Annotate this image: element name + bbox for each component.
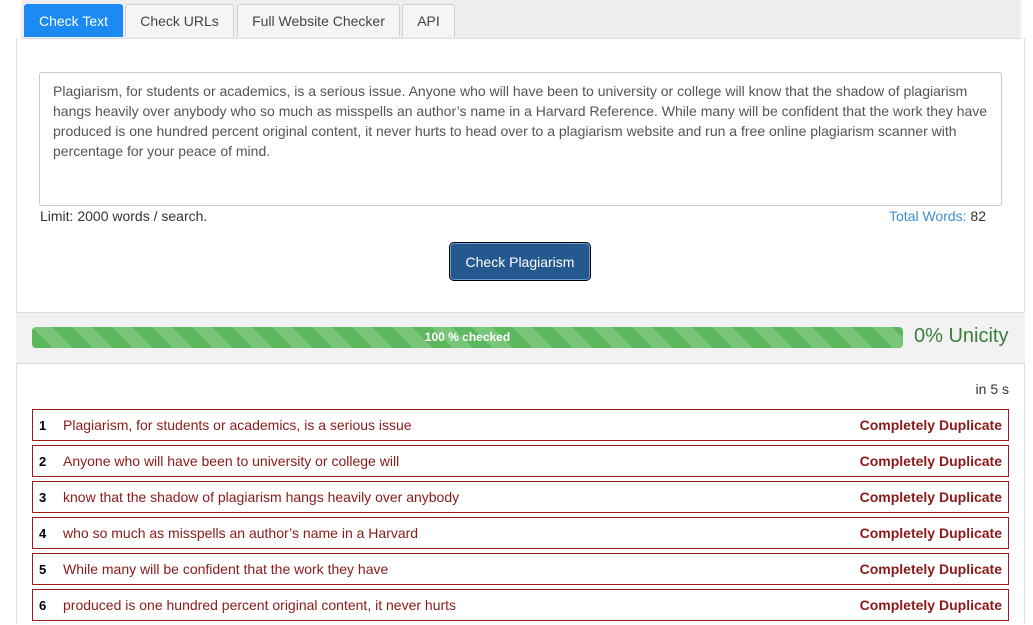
tab-check-urls[interactable]: Check URLs <box>125 4 234 37</box>
result-status: Completely Duplicate <box>859 489 1002 505</box>
result-status: Completely Duplicate <box>859 597 1002 613</box>
result-status: Completely Duplicate <box>859 561 1002 577</box>
result-row[interactable]: 2 Anyone who will have been to university… <box>32 445 1009 477</box>
result-status: Completely Duplicate <box>859 453 1002 469</box>
result-sentence: While many will be confident that the wo… <box>63 561 389 577</box>
elapsed-time: in 5 s <box>975 381 1009 397</box>
tab-api[interactable]: API <box>402 4 455 37</box>
result-sentence: who so much as misspells an author’s nam… <box>63 525 419 541</box>
result-status: Completely Duplicate <box>859 417 1002 433</box>
word-limit-note: Limit: 2000 words / search. <box>40 208 208 224</box>
unicity-score: 0% Unicity <box>914 325 1009 347</box>
result-number: 6 <box>39 597 47 613</box>
result-row[interactable]: 4 who so much as misspells an author’s na… <box>32 517 1009 549</box>
result-number: 1 <box>39 417 47 433</box>
text-input[interactable]: Plagiarism, for students or academics, i… <box>39 72 1002 206</box>
result-row[interactable]: 1 Plagiarism, for students or academics, … <box>32 409 1009 441</box>
result-sentence: know that the shadow of plagiarism hangs… <box>63 489 460 505</box>
result-row[interactable]: 3 know that the shadow of plagiarism hang… <box>32 481 1009 513</box>
results-list: 1 Plagiarism, for students or academics, … <box>32 409 1009 625</box>
tabs-bar: Check Text Check URLs Full Website Check… <box>21 0 1021 39</box>
result-row[interactable]: 5 While many will be confident that the w… <box>32 553 1009 585</box>
tab-full-website-checker[interactable]: Full Website Checker <box>237 4 400 37</box>
result-row[interactable]: 6 produced is one hundred percent origina… <box>32 589 1009 621</box>
progress-bar: 100 % checked <box>32 327 903 348</box>
total-words-count: 82 <box>970 208 986 224</box>
result-number: 4 <box>39 525 47 541</box>
result-number: 5 <box>39 561 47 577</box>
result-number: 3 <box>39 489 47 505</box>
result-sentence: Plagiarism, for students or academics, i… <box>63 417 412 433</box>
result-sentence: Anyone who will have been to university … <box>63 453 400 469</box>
progress-fill: 100 % checked <box>32 327 903 348</box>
total-words: Total Words: 82 <box>889 208 986 224</box>
check-plagiarism-button[interactable]: Check Plagiarism <box>449 242 591 281</box>
result-number: 2 <box>39 453 47 469</box>
tab-check-text[interactable]: Check Text <box>24 4 123 37</box>
total-words-label: Total Words: <box>888 208 967 224</box>
result-status: Completely Duplicate <box>859 525 1002 541</box>
result-sentence: produced is one hundred percent original… <box>63 597 457 613</box>
